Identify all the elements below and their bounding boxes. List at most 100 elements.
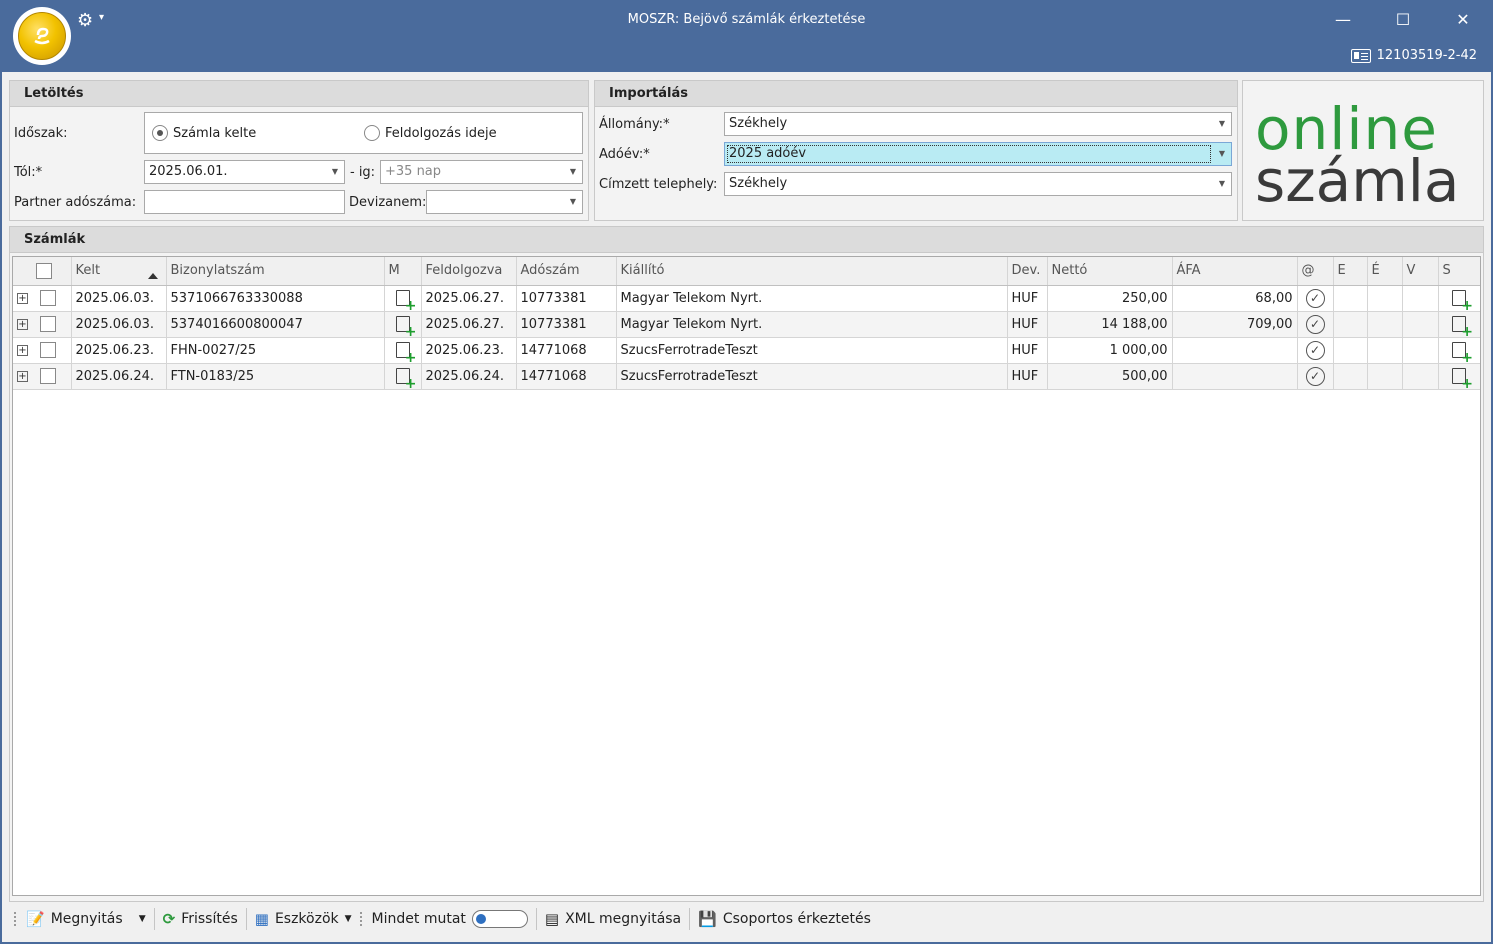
radio-dot [364, 125, 380, 141]
column-header-bizonylatszam[interactable]: Bizonylatszám [166, 257, 385, 286]
cell-dev: HUF [1007, 363, 1048, 390]
column-header-feldolgozva[interactable]: Feldolgozva [421, 257, 517, 286]
minimize-button[interactable]: — [1328, 8, 1358, 32]
radio-szamla-kelte[interactable]: Számla kelte [152, 125, 256, 141]
column-header-e2[interactable]: É [1367, 257, 1403, 286]
xml-megnyitasa-button[interactable]: ▤ XML megnyitása [537, 906, 689, 932]
ig-field[interactable]: +35 nap ▼ [380, 160, 583, 184]
column-header-kelt[interactable]: Kelt [71, 257, 167, 286]
cell-e2 [1367, 311, 1403, 338]
cell-afa [1172, 337, 1298, 364]
cell-at: ✓ [1297, 337, 1334, 364]
row-checkbox[interactable] [40, 342, 57, 358]
partner-adoszama-input[interactable] [144, 190, 345, 214]
eszkozok-label: Eszközök [274, 911, 339, 927]
allomany-label: Állomány:* [599, 117, 670, 132]
radio-feldolgozas-ideje[interactable]: Feldolgozás ideje [364, 125, 497, 141]
row-checkbox[interactable] [40, 316, 57, 332]
cell-s [1438, 363, 1480, 390]
column-header-e[interactable]: E [1333, 257, 1368, 286]
idoszak-label: Időszak: [14, 126, 68, 141]
column-header-adoszam[interactable]: Adószám [516, 257, 617, 286]
cell-kiallito: SzucsFerrotradeTeszt [616, 337, 1008, 364]
row-checkbox[interactable] [40, 290, 57, 306]
document-add-icon[interactable] [395, 316, 417, 336]
column-header-m[interactable]: M [384, 257, 422, 286]
cell-m [384, 285, 422, 312]
column-header-at[interactable]: @ [1297, 257, 1334, 286]
cell-m [384, 363, 422, 390]
eszkozok-button[interactable]: ▦ Eszközök ▼ [247, 906, 360, 932]
maximize-button[interactable]: ☐ [1388, 8, 1418, 32]
expand-icon[interactable]: + [17, 292, 28, 304]
chevron-down-icon[interactable]: ▼ [139, 914, 146, 924]
cell-dev: HUF [1007, 285, 1048, 312]
chevron-down-icon[interactable]: ▼ [345, 914, 352, 924]
cell-m [384, 311, 422, 338]
cell-e2 [1367, 363, 1403, 390]
document-add-icon[interactable] [395, 368, 417, 388]
close-button[interactable]: ✕ [1448, 8, 1478, 32]
radio-feldolgozas-label: Feldolgozás ideje [385, 125, 497, 141]
select-all-header[interactable] [13, 257, 72, 286]
frissites-button[interactable]: ⟳ Frissítés [155, 906, 246, 932]
expand-icon[interactable]: + [17, 344, 28, 356]
ig-label: - ig: [350, 165, 376, 180]
column-header-kiallito[interactable]: Kiállító [616, 257, 1008, 286]
dropdown-arrow-icon[interactable]: ▼ [1219, 173, 1225, 195]
cell-netto: 1 000,00 [1047, 337, 1173, 364]
column-header-dev[interactable]: Dev. [1007, 257, 1048, 286]
idoszak-radio-group: Számla kelte Feldolgozás ideje [144, 112, 583, 154]
column-header-afa[interactable]: ÁFA [1172, 257, 1298, 286]
table-row[interactable]: + 2025.06.03. 5374016600800047 2025.06.2… [13, 311, 1480, 338]
cell-kiallito: Magyar Telekom Nyrt. [616, 285, 1008, 312]
cimzett-telephely-select[interactable]: Székhely ▼ [724, 172, 1232, 196]
tol-date-value: 2025.06.01. [149, 164, 228, 179]
cell-bizonylatszam: 5371066763330088 [166, 285, 385, 312]
table-row[interactable]: + 2025.06.24. FTN-0183/25 2025.06.24. 14… [13, 363, 1480, 390]
dropdown-arrow-icon[interactable]: ▼ [1219, 113, 1225, 135]
column-header-netto[interactable]: Nettó [1047, 257, 1173, 286]
column-header-s[interactable]: S [1438, 257, 1480, 286]
tol-date-field[interactable]: 2025.06.01. ▼ [144, 160, 345, 184]
document-add-icon[interactable] [1452, 290, 1473, 310]
radio-szamla-kelte-label: Számla kelte [173, 125, 257, 141]
column-header-v[interactable]: V [1402, 257, 1439, 286]
adoev-select[interactable]: 2025 adóév ▼ [724, 142, 1232, 166]
cell-s [1438, 311, 1480, 338]
csoportos-erkeztetes-button[interactable]: 💾 Csoportos érkeztetés [690, 906, 879, 932]
allomany-select[interactable]: Székhely ▼ [724, 112, 1232, 136]
cimzett-telephely-label: Címzett telephely: [599, 177, 718, 192]
cell-feldolgozva: 2025.06.24. [421, 363, 517, 390]
cell-netto: 500,00 [1047, 363, 1173, 390]
row-checkbox[interactable] [40, 368, 57, 384]
cell-s [1438, 285, 1480, 312]
document-add-icon[interactable] [395, 290, 417, 310]
bottom-toolbar: 📝 Megnyitás ▼ ⟳ Frissítés ▦ Eszközök ▼ M… [2, 902, 1491, 936]
dropdown-arrow-icon[interactable]: ▼ [332, 161, 338, 183]
mindet-mutat-toggle[interactable]: Mindet mutat [364, 906, 536, 932]
document-add-icon[interactable] [1452, 316, 1473, 336]
cell-adoszam: 14771068 [516, 363, 617, 390]
letoltes-header: Letöltés [10, 81, 588, 107]
toggle-switch[interactable] [471, 910, 528, 928]
cell-e [1333, 311, 1368, 338]
document-add-icon[interactable] [1452, 368, 1473, 388]
dropdown-arrow-icon[interactable]: ▼ [570, 191, 576, 213]
document-add-icon[interactable] [395, 342, 417, 362]
dropdown-arrow-icon[interactable]: ▼ [1219, 143, 1225, 165]
cell-at: ✓ [1297, 285, 1334, 312]
megnyitas-button[interactable]: 📝 Megnyitás ▼ [18, 906, 154, 932]
select-all-checkbox[interactable] [35, 262, 52, 279]
dropdown-arrow-icon[interactable]: ▼ [570, 161, 576, 183]
table-row[interactable]: + 2025.06.03. 5371066763330088 2025.06.2… [13, 285, 1480, 312]
save-icon: 💾 [698, 910, 717, 928]
id-card-icon [1350, 48, 1371, 63]
cimzett-telephely-value: Székhely [729, 176, 788, 191]
szamlak-header: Számlák [10, 227, 1483, 253]
devizanem-select[interactable]: ▼ [426, 190, 583, 214]
document-add-icon[interactable] [1452, 342, 1473, 362]
expand-icon[interactable]: + [17, 370, 28, 382]
expand-icon[interactable]: + [17, 318, 28, 330]
table-row[interactable]: + 2025.06.23. FHN-0027/25 2025.06.23. 14… [13, 337, 1480, 364]
